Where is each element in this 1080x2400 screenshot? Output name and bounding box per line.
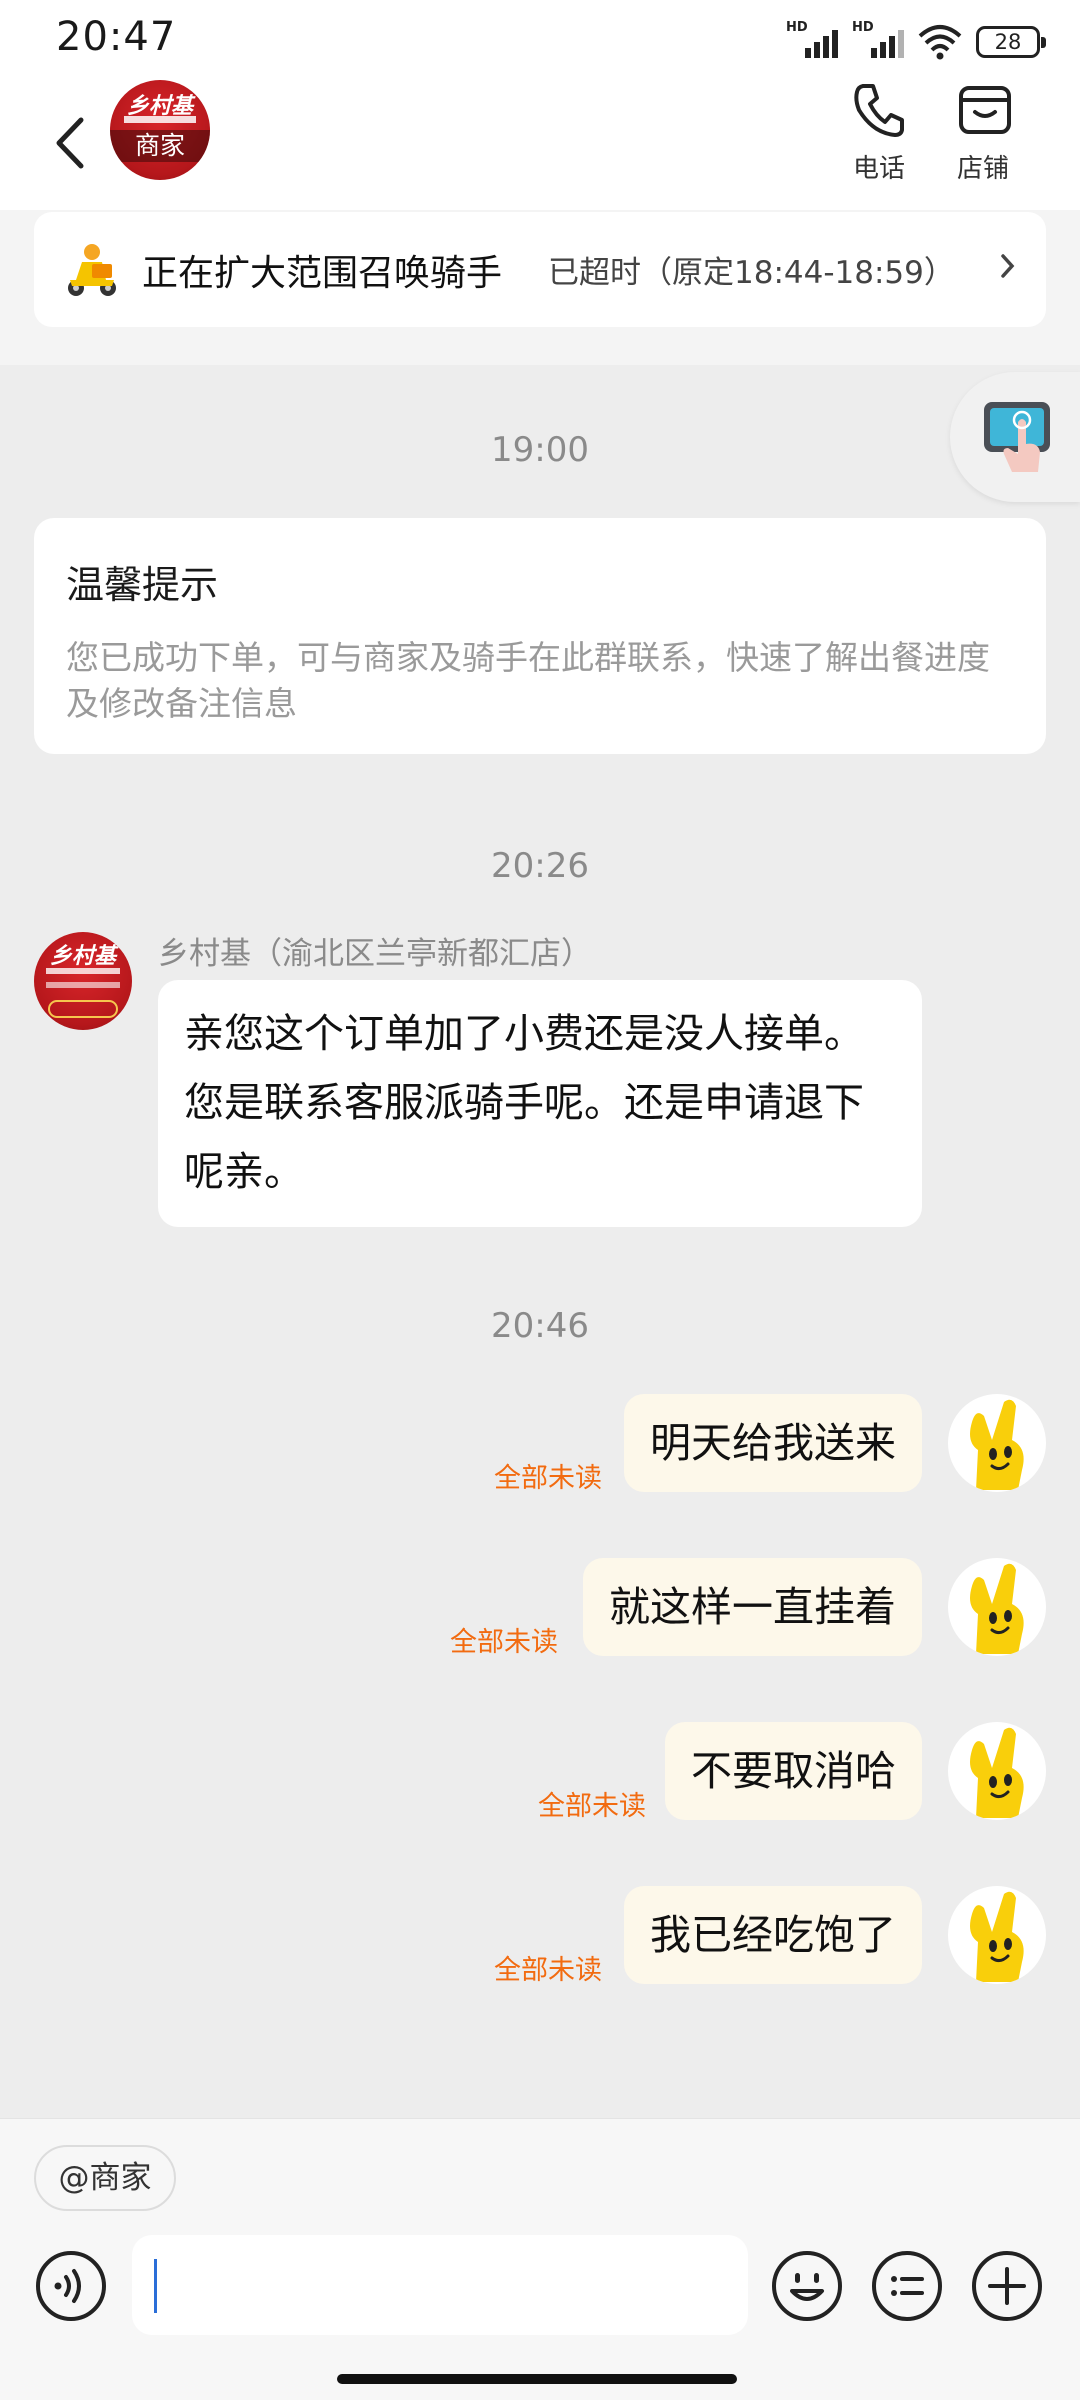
user-avatar[interactable] [948,1722,1046,1820]
delivery-status: 已超时（原定18:44-18:59） [548,255,955,291]
wifi-icon [918,25,962,60]
status-icons: HD HD 28 [786,20,1046,62]
status-time: 20:47 [56,14,177,60]
tip-body: 您已成功下单，可与商家及骑手在此群联系，快速了解出餐进度及修改备注信息 [66,638,990,723]
user-avatar-icon [970,1891,1024,1982]
sender-name: 乡村基（渝北区兰亭新都汇店） [158,936,592,972]
read-status: 全部未读 [494,1955,602,1986]
rider-scooter-icon [62,240,122,300]
outgoing-message[interactable]: 不要取消哈 [665,1722,922,1820]
tip-title: 温馨提示 [66,563,219,607]
emoji-button[interactable] [770,2249,844,2323]
status-bar: 20:47 HD HD 28 [0,0,1080,80]
signal-icon: HD [786,20,838,60]
outgoing-message[interactable]: 明天给我送来 [624,1394,922,1492]
timestamp: 20:26 [491,846,589,886]
more-button[interactable] [970,2249,1044,2323]
outgoing-message[interactable]: 就这样一直挂着 [583,1558,922,1656]
message-input[interactable] [132,2235,748,2335]
user-avatar-icon [970,1727,1024,1818]
chevron-right-icon [1001,254,1015,278]
voice-button[interactable] [34,2249,108,2323]
quick-reply-icon [872,2251,942,2321]
composer-area: @商家 [0,2118,1080,2400]
timestamp: 20:46 [491,1306,589,1346]
signal-icon-2: HD [852,20,904,60]
incoming-message[interactable]: 亲您这个订单加了小费还是没人接单。您是联系客服派骑手呢。还是申请退下呢亲。 [158,980,922,1227]
user-avatar-icon [970,1399,1024,1490]
voice-icon [36,2251,106,2321]
read-status: 全部未读 [450,1627,558,1658]
back-button[interactable] [40,98,100,188]
plus-icon [972,2251,1042,2321]
store-button[interactable]: 店铺 [938,80,1028,190]
delivery-banner-area: 正在扩大范围召唤骑手 已超时（原定18:44-18:59） [0,210,1080,365]
phone-icon [854,84,904,137]
text-caret [154,2259,157,2313]
battery-icon: 28 [976,26,1046,58]
user-avatar-icon [970,1563,1024,1654]
phone-button[interactable]: 电话 [834,80,924,190]
timestamp: 19:00 [491,430,589,470]
delivery-title: 正在扩大范围召唤骑手 [142,252,503,294]
store-icon [959,86,1011,134]
outgoing-message[interactable]: 我已经吃饱了 [624,1886,922,1984]
outgoing-message-row: 全部未读 我已经吃饱了 [0,1886,1080,1986]
chat-header: 乡村基 商家 电话 店铺 [0,80,1080,210]
outgoing-message-row: 全部未读 明天给我送来 [0,1394,1080,1494]
outgoing-message-row: 全部未读 不要取消哈 [0,1722,1080,1822]
user-avatar[interactable] [948,1394,1046,1492]
user-avatar[interactable] [948,1558,1046,1656]
quick-reply-button[interactable] [870,2249,944,2323]
mention-merchant-chip[interactable]: @商家 [34,2145,176,2211]
merchant-avatar[interactable]: 乡村基 商家 [110,80,210,180]
user-avatar[interactable] [948,1886,1046,1984]
read-status: 全部未读 [494,1463,602,1494]
home-indicator[interactable] [337,2374,737,2384]
system-tip-card: 温馨提示 您已成功下单，可与商家及骑手在此群联系，快速了解出餐进度及修改备注信息 [34,518,1046,754]
read-status: 全部未读 [538,1791,646,1822]
merchant-role-label: 商家 [110,130,210,162]
delivery-status-banner[interactable]: 正在扩大范围召唤骑手 已超时（原定18:44-18:59） [34,212,1046,327]
merchant-avatar-small[interactable]: 乡村基 [34,932,132,1030]
emoji-icon [772,2251,842,2321]
chevron-left-icon [56,117,84,169]
outgoing-message-row: 全部未读 就这样一直挂着 [0,1558,1080,1658]
